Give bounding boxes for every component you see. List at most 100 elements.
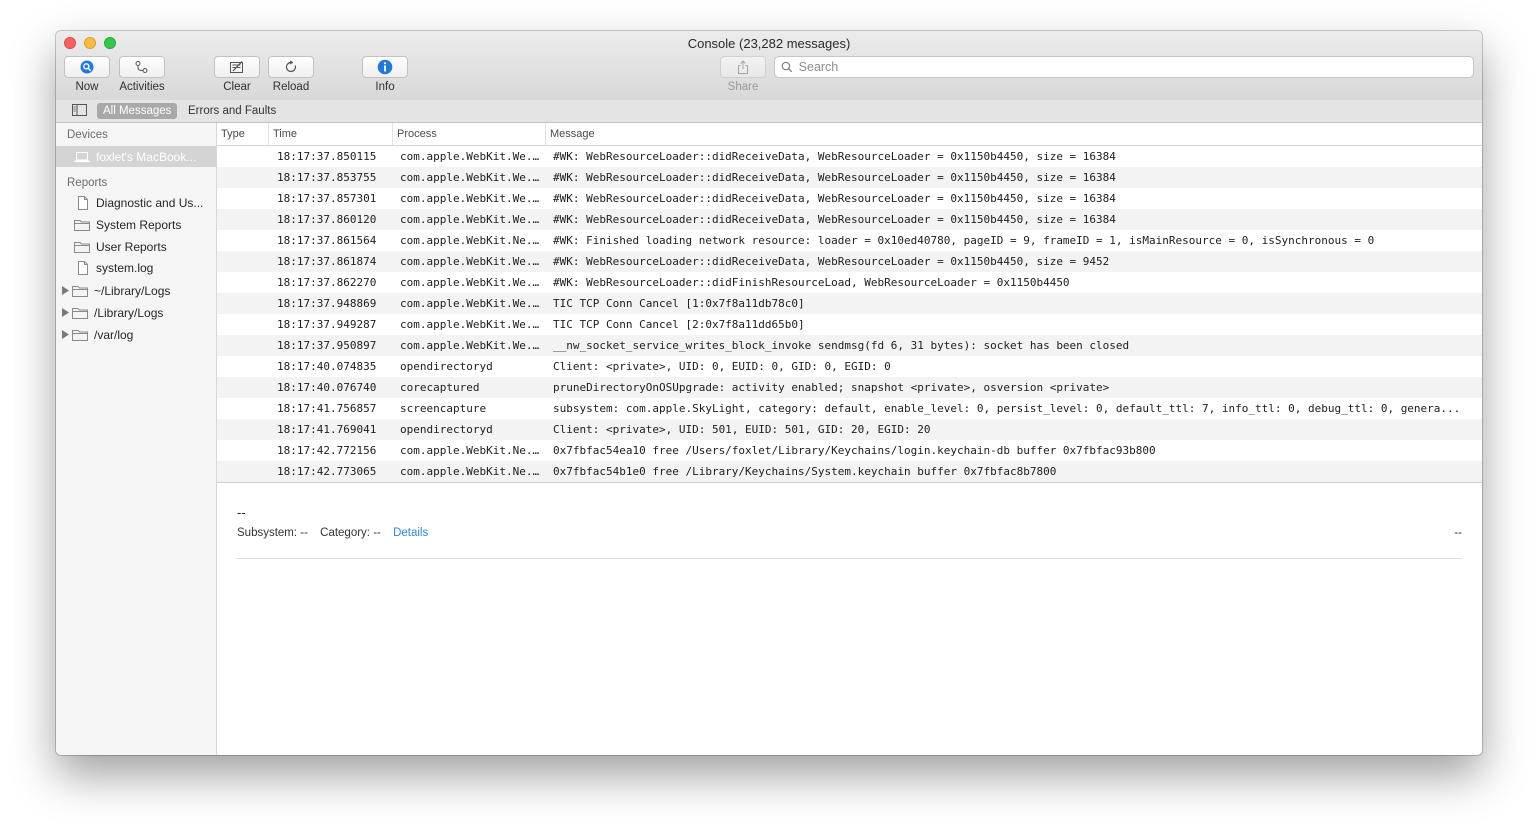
row-message: Client: <private>, UID: 501, EUID: 501, … [553,423,931,436]
row-process: com.apple.WebKit.We... [400,255,540,268]
search-icon [781,61,793,73]
row-message: subsystem: com.apple.SkyLight, category:… [553,402,1461,415]
window-title: Console (23,282 messages) [687,36,851,51]
sidebar-item-label: System Reports [96,217,182,232]
row-process: com.apple.WebKit.We... [400,171,540,184]
row-time: 18:17:37.949287 [277,318,377,331]
row-process: com.apple.WebKit.We... [400,297,540,310]
folder-icon [72,329,88,341]
now-icon [80,60,94,74]
row-process: com.apple.WebKit.We... [400,276,540,289]
devices-header: Devices [67,129,108,141]
share-icon [738,59,748,74]
table-row[interactable]: 18:17:42.772156 com.apple.WebKit.Ne... 0x7… [217,440,1482,461]
disclosure-triangle-icon[interactable] [62,284,70,298]
row-message: __nw_socket_service_writes_block_invoke … [553,339,1130,352]
clear-icon [230,61,243,73]
sidebar-item-user-reports[interactable]: User Reports [56,236,216,257]
table-row[interactable]: 18:17:40.076740 corecaptured pruneDirector… [217,377,1482,398]
clear-label: Clear [223,81,251,93]
table-row[interactable]: 18:17:37.861874 com.apple.WebKit.We... #WK… [217,251,1482,272]
row-time: 18:17:37.861874 [277,255,377,268]
table-row[interactable]: 18:17:41.756857 screencapture subsystem: c… [217,398,1482,419]
search-field[interactable] [774,56,1474,78]
sidebar-item-label: User Reports [96,239,167,254]
device-label: foxlet's MacBook... [96,149,197,164]
table-row[interactable]: 18:17:40.074835 opendirectoryd Client: <pr… [217,356,1482,377]
activities-label: Activities [119,81,165,93]
column-header-type[interactable]: Type [217,123,269,145]
row-time: 18:17:42.773065 [277,465,377,478]
disclosure-triangle-icon[interactable] [62,328,70,342]
row-time: 18:17:41.756857 [277,402,377,415]
table-row[interactable]: 18:17:37.862270 com.apple.WebKit.We... #WK… [217,272,1482,293]
sidebar-item-user-library-logs[interactable]: ~/Library/Logs [56,280,216,301]
row-message: #WK: WebResourceLoader::didReceiveData, … [553,192,1116,205]
sidebar-item-var-log[interactable]: /var/log [56,324,216,345]
row-time: 18:17:40.076740 [277,381,377,394]
row-message: #WK: WebResourceLoader::didReceiveData, … [553,255,1110,268]
activities-button[interactable] [119,56,165,78]
row-time: 18:17:37.861564 [277,234,377,247]
table-row[interactable]: 18:17:37.949287 com.apple.WebKit.We... TIC… [217,314,1482,335]
sidebar-item-library-logs[interactable]: /Library/Logs [56,302,216,323]
row-process: screencapture [400,402,487,415]
row-message: #WK: WebResourceLoader::didReceiveData, … [553,150,1116,163]
sidebar-item-device[interactable]: foxlet's MacBook... [56,146,216,167]
share-label: Share [727,81,759,93]
row-time: 18:17:37.850115 [277,150,377,163]
table-row[interactable]: 18:17:37.850115 com.apple.WebKit.We... #WK… [217,146,1482,167]
info-button[interactable] [362,56,408,78]
column-header-time[interactable]: Time [269,123,393,145]
column-header-process[interactable]: Process [393,123,546,145]
filter-all-messages[interactable]: All Messages [97,103,178,119]
table-row[interactable]: 18:17:37.861564 com.apple.WebKit.Ne... #WK… [217,230,1482,251]
row-time: 18:17:37.950897 [277,339,377,352]
search-input[interactable] [796,59,1473,75]
row-message: TIC TCP Conn Cancel [2:0x7f8a11dd65b0] [553,318,805,331]
row-time: 18:17:37.860120 [277,213,377,226]
sidebar-item-diagnostic-reports[interactable]: Diagnostic and Us... [56,192,216,213]
share-button[interactable] [720,56,766,78]
table-row[interactable]: 18:17:37.857301 com.apple.WebKit.We... #WK… [217,188,1482,209]
clear-button[interactable] [214,56,260,78]
column-header-message[interactable]: Message [546,123,1146,145]
row-process: com.apple.WebKit.We... [400,150,540,163]
sidebar-item-system-reports[interactable]: System Reports [56,214,216,235]
row-process: com.apple.WebKit.Ne... [400,465,540,478]
info-label: Info [375,81,395,93]
table-row[interactable]: 18:17:37.950897 com.apple.WebKit.We... __n… [217,335,1482,356]
row-time: 18:17:42.772156 [277,444,377,457]
now-button[interactable] [64,56,110,78]
filter-errors-and-faults[interactable]: Errors and Faults [182,103,282,119]
row-time: 18:17:37.857301 [277,192,377,205]
row-process: corecaptured [400,381,480,394]
detail-metadata: Subsystem: -- Category: -- Details [237,527,437,539]
title-bar: Console (23,282 messages) Now Activities [56,31,1482,101]
row-message: #WK: WebResourceLoader::didReceiveData, … [553,213,1116,226]
info-icon [377,59,393,75]
table-row[interactable]: 18:17:37.948869 com.apple.WebKit.We... TIC… [217,293,1482,314]
sidebar-item-system-log[interactable]: system.log [56,257,216,278]
laptop-icon [74,151,90,162]
table-row[interactable]: 18:17:42.773065 com.apple.WebKit.Ne... 0x7… [217,461,1482,482]
row-time: 18:17:37.862270 [277,276,377,289]
disclosure-triangle-icon[interactable] [62,306,70,320]
sidebar-item-label: ~/Library/Logs [94,283,171,298]
table-row[interactable]: 18:17:41.769041 opendirectoryd Client: <pr… [217,419,1482,440]
row-process: com.apple.WebKit.We... [400,192,540,205]
activities-icon [135,61,148,73]
detail-divider [237,558,1462,559]
details-link[interactable]: Details [393,527,428,539]
detail-subsystem: Subsystem: -- [237,527,308,539]
sidebar-toggle-icon[interactable] [72,104,87,116]
row-message: pruneDirectoryOnOSUpgrade: activity enab… [553,381,1110,394]
detail-category: Category: -- [320,527,381,539]
row-time: 18:17:37.948869 [277,297,377,310]
message-detail-pane: -- Subsystem: -- Category: -- Details -- [217,482,1482,755]
sidebar-item-label: system.log [96,260,154,275]
reload-button[interactable] [268,56,314,78]
detail-title: -- [237,505,246,520]
table-row[interactable]: 18:17:37.853755 com.apple.WebKit.We... #WK… [217,167,1482,188]
table-row[interactable]: 18:17:37.860120 com.apple.WebKit.We... #WK… [217,209,1482,230]
